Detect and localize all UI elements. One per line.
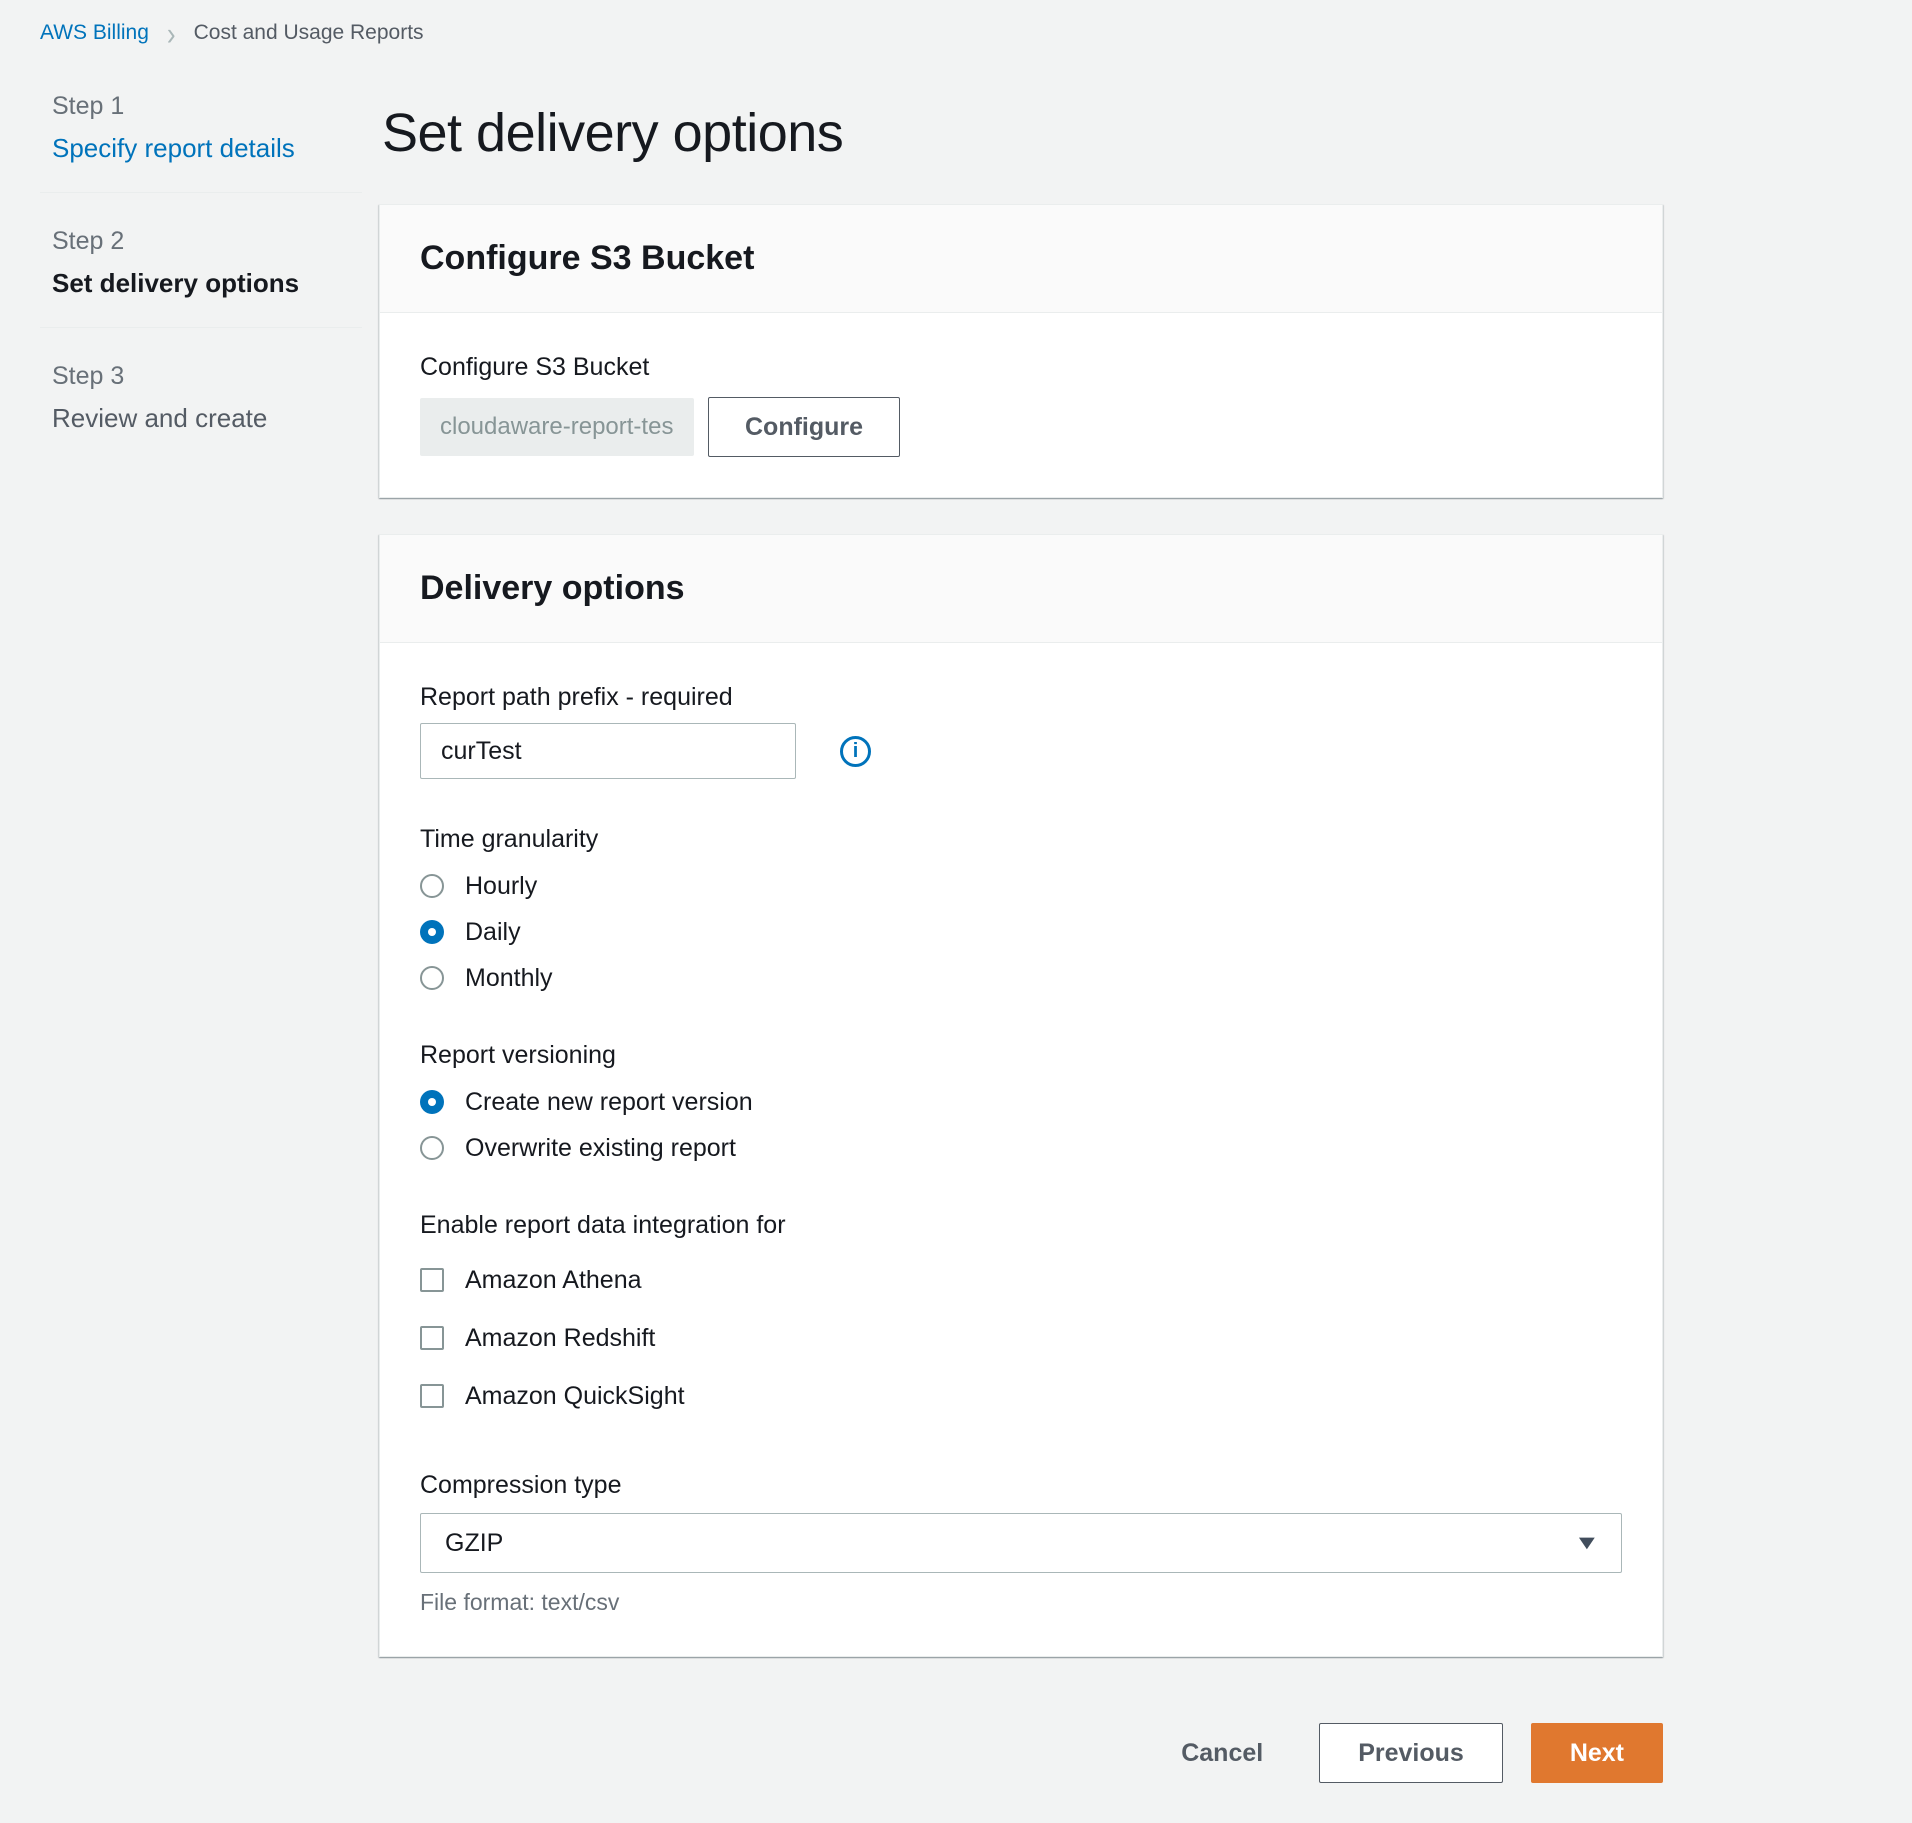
configure-button[interactable]: Configure <box>708 397 900 457</box>
previous-button[interactable]: Previous <box>1319 1723 1503 1783</box>
compression-type-select[interactable]: GZIP ▼ <box>420 1513 1622 1573</box>
checkbox-option-amazon-athena[interactable]: Amazon Athena <box>420 1261 1622 1299</box>
step-item-3: Step 3 Review and create <box>40 327 362 462</box>
breadcrumb-link-aws-billing[interactable]: AWS Billing <box>40 21 149 45</box>
page: AWS Billing › Cost and Usage Reports Ste… <box>0 0 1912 1736</box>
compression-type-label: Compression type <box>420 1469 1622 1501</box>
step-item-2: Step 2 Set delivery options <box>40 192 362 327</box>
radio-option-daily[interactable]: Daily <box>420 915 1622 949</box>
report-path-prefix-input[interactable] <box>420 723 796 779</box>
step-number: Step 2 <box>52 227 350 256</box>
s3-bucket-row: Configure <box>420 397 1622 457</box>
step-current-set-delivery-options: Set delivery options <box>52 268 350 299</box>
report-path-prefix-label: Report path prefix - required <box>420 681 1622 713</box>
radio-option-hourly[interactable]: Hourly <box>420 869 1622 903</box>
radio-icon[interactable] <box>420 874 444 898</box>
step-link-specify-report-details[interactable]: Specify report details <box>52 133 350 164</box>
radio-icon[interactable] <box>420 966 444 990</box>
step-number: Step 3 <box>52 362 350 391</box>
info-icon[interactable]: i <box>840 736 871 767</box>
report-path-prefix-row: i <box>420 723 1622 779</box>
panel-header: Configure S3 Bucket <box>380 205 1662 313</box>
step-number: Step 1 <box>52 92 350 121</box>
checkbox-option-amazon-quicksight[interactable]: Amazon QuickSight <box>420 1377 1622 1415</box>
s3-bucket-field-label: Configure S3 Bucket <box>420 351 1622 383</box>
checkbox-label: Amazon QuickSight <box>465 1382 685 1411</box>
time-granularity-label: Time granularity <box>420 823 1622 855</box>
panel-title: Delivery options <box>420 569 1622 608</box>
radio-label: Daily <box>465 918 521 947</box>
radio-icon[interactable] <box>420 1136 444 1160</box>
radio-option-create-new-report-version[interactable]: Create new report version <box>420 1085 1622 1119</box>
checkbox-label: Amazon Redshift <box>465 1324 655 1353</box>
panel-body: Configure S3 Bucket Configure <box>380 313 1662 497</box>
checkbox-icon[interactable] <box>420 1384 444 1408</box>
file-format-help-text: File format: text/csv <box>420 1589 1622 1616</box>
delivery-options-panel: Delivery options Report path prefix - re… <box>379 534 1663 1657</box>
wizard-steps-nav: Step 1 Specify report details Step 2 Set… <box>40 82 362 462</box>
radio-option-monthly[interactable]: Monthly <box>420 961 1622 995</box>
step-upcoming-review-and-create: Review and create <box>52 403 350 434</box>
compression-type-value: GZIP <box>445 1529 503 1558</box>
breadcrumb: AWS Billing › Cost and Usage Reports <box>40 20 424 46</box>
step-item-1: Step 1 Specify report details <box>40 82 362 192</box>
radio-label: Overwrite existing report <box>465 1134 736 1163</box>
page-title: Set delivery options <box>382 102 1663 164</box>
configure-s3-bucket-panel: Configure S3 Bucket Configure S3 Bucket … <box>379 204 1663 498</box>
wizard-footer-actions: Cancel Previous Next <box>379 1723 1663 1823</box>
checkbox-label: Amazon Athena <box>465 1266 642 1295</box>
report-data-integration-label: Enable report data integration for <box>420 1209 1622 1241</box>
breadcrumb-chevron-icon: › <box>167 17 176 50</box>
radio-label: Monthly <box>465 964 553 993</box>
panel-body: Report path prefix - required i Time gra… <box>380 643 1662 1656</box>
radio-label: Hourly <box>465 872 537 901</box>
next-button[interactable]: Next <box>1531 1723 1663 1783</box>
breadcrumb-current: Cost and Usage Reports <box>194 21 424 45</box>
radio-option-overwrite-existing-report[interactable]: Overwrite existing report <box>420 1131 1622 1165</box>
main-content: Set delivery options Configure S3 Bucket… <box>379 96 1663 1823</box>
s3-bucket-name-input <box>420 398 694 456</box>
checkbox-icon[interactable] <box>420 1268 444 1292</box>
chevron-down-icon: ▼ <box>1574 1532 1601 1555</box>
radio-selected-icon[interactable] <box>420 920 444 944</box>
radio-label: Create new report version <box>465 1088 753 1117</box>
panel-header: Delivery options <box>380 535 1662 643</box>
cancel-button[interactable]: Cancel <box>1181 1739 1263 1768</box>
report-versioning-label: Report versioning <box>420 1039 1622 1071</box>
checkbox-icon[interactable] <box>420 1326 444 1350</box>
panel-title: Configure S3 Bucket <box>420 239 1622 278</box>
checkbox-option-amazon-redshift[interactable]: Amazon Redshift <box>420 1319 1622 1357</box>
radio-selected-icon[interactable] <box>420 1090 444 1114</box>
